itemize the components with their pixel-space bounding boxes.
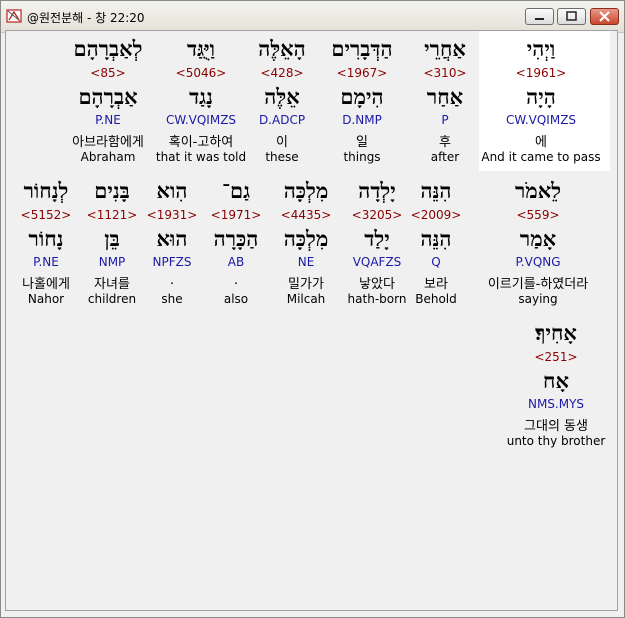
english-gloss: she [161, 292, 183, 306]
korean-gloss: 혹이-고하여 [168, 135, 234, 150]
korean-gloss: 이르기를-하였더라 [487, 277, 589, 292]
strong-number: <1121> [86, 208, 138, 222]
korean-gloss: 아브라함에게 [72, 135, 144, 150]
strong-number: <559> [516, 208, 560, 222]
strong-number: <5046> [175, 66, 227, 80]
morphology-code: AB [227, 255, 245, 269]
hebrew-lemma[interactable]: הוּא [157, 226, 188, 252]
strong-number: <2009> [410, 208, 462, 222]
hebrew-word[interactable]: וַיֻּגַּד [187, 36, 215, 62]
strong-number: <310> [423, 66, 467, 80]
morphology-code: CW.VQIMZS [505, 113, 577, 127]
korean-gloss: 후 [439, 135, 451, 150]
korean-gloss: 낳았다 [359, 277, 395, 292]
hebrew-word[interactable]: אָחִיךָ׃ [535, 320, 577, 346]
english-gloss: also [223, 292, 249, 306]
hebrew-lemma[interactable]: אַבְרָהָם [78, 84, 137, 110]
hebrew-lemma[interactable]: הִימָם [340, 84, 383, 110]
hebrew-lemma[interactable]: הִנֵּה [421, 226, 452, 252]
morphology-code: Q [431, 255, 441, 269]
strong-number: <1931> [146, 208, 198, 222]
english-gloss: after [430, 150, 460, 164]
strong-number: <3205> [351, 208, 403, 222]
hebrew-lemma[interactable]: אָמַר [520, 226, 556, 252]
korean-gloss: 그대의 동생 [524, 419, 588, 434]
hebrew-word[interactable]: לְנָחוֹר [24, 178, 69, 204]
hebrew-word[interactable]: הִוא [157, 178, 188, 204]
strong-number: <1961> [515, 66, 567, 80]
morphology-code: P.NE [33, 255, 59, 269]
morphology-code: NPFZS [152, 255, 192, 269]
hebrew-word[interactable]: יָלְדָה [358, 178, 396, 204]
hebrew-word[interactable]: הִנֵּה [421, 178, 452, 204]
hebrew-lemma[interactable]: יָלַד [364, 226, 389, 252]
korean-gloss: 에 [535, 135, 547, 150]
strong-number: <428> [260, 66, 304, 80]
morphology-code: D.NMP [342, 113, 382, 127]
hebrew-lemma[interactable]: אֵלֶּה [264, 84, 299, 110]
minimize-icon [535, 18, 544, 20]
close-icon [599, 11, 610, 22]
english-gloss: things [343, 150, 381, 164]
korean-gloss: 나홀에게 [22, 277, 70, 292]
english-gloss: Nahor [27, 292, 65, 306]
english-gloss: these [265, 150, 299, 164]
morphology-code: VQAFZS [352, 255, 402, 269]
minimize-button[interactable] [525, 8, 554, 25]
korean-gloss: 밀가가 [288, 277, 324, 292]
korean-gloss: . [169, 273, 175, 288]
hebrew-word[interactable]: אַחֲרֵי [424, 36, 466, 62]
korean-gloss: 일 [356, 135, 368, 150]
english-gloss: Behold [415, 292, 457, 306]
strong-number: <85> [90, 66, 126, 80]
hebrew-word[interactable]: גַם־ [222, 178, 250, 204]
hebrew-word[interactable]: לְאַבְרָהָם [74, 36, 143, 62]
korean-gloss: 보라 [424, 277, 448, 292]
hebrew-word[interactable]: הַדְּבָרִים [331, 36, 392, 62]
strong-number: <4435> [280, 208, 332, 222]
morphology-code: NMS.MYS [527, 397, 585, 411]
hebrew-lemma[interactable]: נָגַד [189, 84, 213, 110]
korean-gloss: 이 [276, 135, 288, 150]
title-bar[interactable]: @원전분해 - 창 22:20 [1, 1, 624, 33]
english-gloss: unto thy brother [506, 434, 606, 448]
morphology-code: CW.VQIMZS [165, 113, 237, 127]
hebrew-word[interactable]: בָּנִים [94, 178, 130, 204]
strong-number: <1967> [336, 66, 388, 80]
bible-app-icon[interactable] [6, 8, 22, 24]
hebrew-lemma[interactable]: מִלְכָּה [284, 226, 329, 252]
hebrew-lemma[interactable]: נָחוֹר [29, 226, 64, 252]
english-gloss: hath-born [347, 292, 407, 306]
english-gloss: children [87, 292, 137, 306]
hebrew-lemma[interactable]: אַחַר [427, 84, 463, 110]
morphology-code: NMP [98, 255, 126, 269]
close-button[interactable] [590, 8, 619, 25]
strong-number: <5152> [20, 208, 72, 222]
hebrew-word[interactable]: וַיְהִי [527, 36, 555, 62]
hebrew-lemma[interactable]: הָיָה [526, 84, 556, 110]
maximize-button[interactable] [557, 8, 586, 25]
maximize-icon [566, 11, 577, 21]
english-gloss: Abraham [80, 150, 136, 164]
korean-gloss: . [233, 273, 239, 288]
window-title: @원전분해 - 창 22:20 [27, 11, 145, 25]
english-gloss: And it came to pass [481, 150, 601, 164]
hebrew-lemma[interactable]: בֵּן [104, 226, 119, 252]
hebrew-lemma[interactable]: אָח [543, 368, 569, 394]
morphology-code: D.ADCP [258, 113, 306, 127]
hebrew-lemma[interactable]: הַכָּרָה [214, 226, 259, 252]
hebrew-word[interactable]: הָאֵלֶּה [258, 36, 305, 62]
strong-number: <1971> [210, 208, 262, 222]
korean-gloss: 자녀를 [94, 277, 130, 292]
english-gloss: Milcah [286, 292, 326, 306]
morphology-code: P.NE [95, 113, 121, 127]
morphology-code: P.VQNG [515, 255, 561, 269]
hebrew-word[interactable]: מִלְכָּה [284, 178, 329, 204]
english-gloss: that it was told [155, 150, 247, 164]
morphology-code: P [441, 113, 449, 127]
strong-number: <251> [534, 350, 578, 364]
morphology-code: NE [297, 255, 315, 269]
hebrew-word[interactable]: לֵאמֹר [515, 178, 561, 204]
english-gloss: saying [518, 292, 558, 306]
